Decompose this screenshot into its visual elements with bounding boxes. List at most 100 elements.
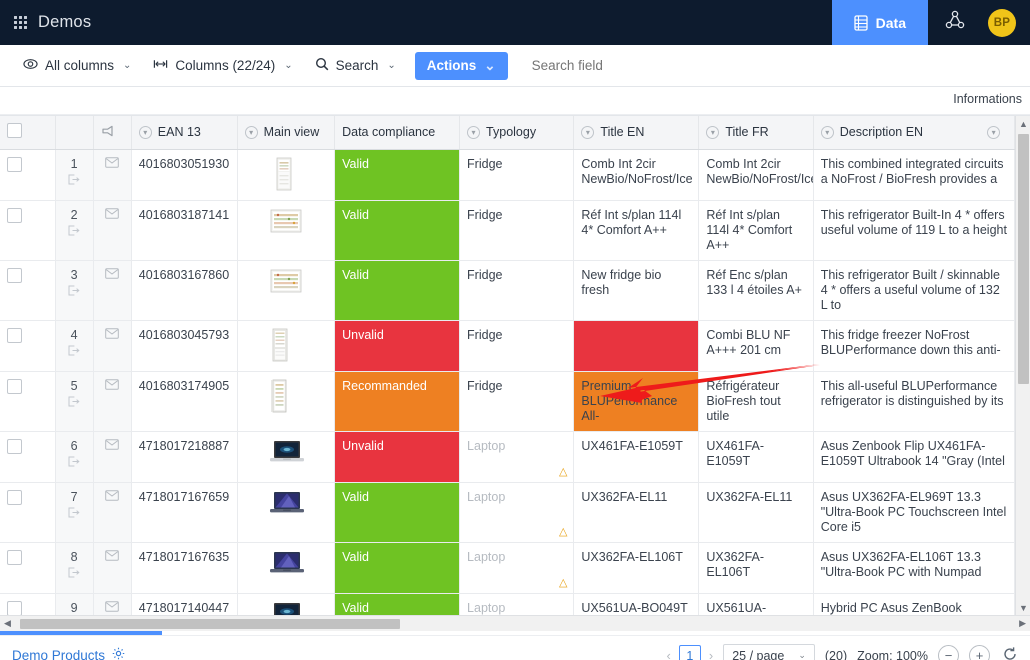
chevron-down-icon[interactable]: ▾	[987, 126, 1000, 139]
cell-title-en[interactable]	[574, 320, 699, 371]
row-checkbox[interactable]	[7, 157, 22, 172]
cell-description-en[interactable]: Asus UX362FA-EL106T 13.3 "Ultra-Book PC …	[813, 542, 1014, 593]
cell-description-en[interactable]: Hybrid PC Asus ZenBook UX561UA-BO049T 15…	[813, 593, 1014, 615]
cell-ean-13[interactable]: 4016803174905	[131, 371, 237, 431]
cell-main-view[interactable]	[237, 542, 334, 593]
cell-main-view[interactable]	[237, 482, 334, 542]
row-checkbox[interactable]	[7, 490, 22, 505]
cell-data-compliance[interactable]: Recommanded	[335, 371, 460, 431]
row-message-cell[interactable]	[93, 260, 131, 320]
envelope-icon[interactable]	[105, 490, 119, 504]
horizontal-scroll-thumb[interactable]	[20, 619, 400, 629]
cell-main-view[interactable]	[237, 371, 334, 431]
column-header-data-compliance[interactable]: Data compliance	[335, 116, 460, 149]
table-row[interactable]: 84718017167635ValidLaptop△UX362FA-EL106T…	[0, 542, 1015, 593]
open-record-icon[interactable]	[63, 174, 86, 189]
rows-per-page-select[interactable]: 25 / page ⌄	[723, 644, 815, 660]
table-row[interactable]: 74718017167659ValidLaptop△UX362FA-EL11UX…	[0, 482, 1015, 542]
prev-page-button[interactable]: ‹	[667, 648, 671, 660]
chevron-down-icon[interactable]: ▾	[139, 126, 152, 139]
envelope-icon[interactable]	[105, 328, 119, 342]
cell-title-fr[interactable]: Réf Int s/plan 114l 4* Comfort A++	[699, 200, 813, 260]
table-row[interactable]: 44016803045793UnvalidFridgeCombi BLU NF …	[0, 320, 1015, 371]
cell-main-view[interactable]	[237, 149, 334, 200]
row-select-cell[interactable]	[0, 542, 55, 593]
cell-typology[interactable]: Fridge	[460, 200, 574, 260]
cell-title-fr[interactable]: UX561UA-BO049T	[699, 593, 813, 615]
cell-description-en[interactable]: Asus Zenbook Flip UX461FA-E1059T Ultrabo…	[813, 431, 1014, 482]
row-select-cell[interactable]	[0, 320, 55, 371]
table-row[interactable]: 24016803187141ValidFridgeRéf Int s/plan …	[0, 200, 1015, 260]
table-row[interactable]: 34016803167860ValidFridgeNew fridge bio …	[0, 260, 1015, 320]
cell-title-en[interactable]: Premium BLUPerformance All-	[574, 371, 699, 431]
envelope-icon[interactable]	[105, 268, 119, 282]
next-page-button[interactable]: ›	[709, 648, 713, 660]
cell-ean-13[interactable]: 4718017167659	[131, 482, 237, 542]
cell-ean-13[interactable]: 4016803187141	[131, 200, 237, 260]
cell-data-compliance[interactable]: Valid	[335, 482, 460, 542]
table-row[interactable]: 54016803174905RecommandedFridgePremium B…	[0, 371, 1015, 431]
open-record-icon[interactable]	[63, 456, 86, 471]
cell-ean-13[interactable]: 4016803167860	[131, 260, 237, 320]
cell-data-compliance[interactable]: Valid	[335, 149, 460, 200]
row-message-cell[interactable]	[93, 320, 131, 371]
open-record-icon[interactable]	[63, 507, 86, 522]
cell-title-en[interactable]: UX362FA-EL11	[574, 482, 699, 542]
cell-ean-13[interactable]: 4718017218887	[131, 431, 237, 482]
cell-main-view[interactable]	[237, 593, 334, 615]
cell-title-en[interactable]: New fridge bio fresh	[574, 260, 699, 320]
envelope-icon[interactable]	[105, 379, 119, 393]
cell-typology[interactable]: Fridge	[460, 371, 574, 431]
scroll-left-icon[interactable]: ◀	[4, 618, 11, 629]
cell-main-view[interactable]	[237, 431, 334, 482]
cell-typology[interactable]: Laptop△	[460, 431, 574, 482]
open-record-icon[interactable]	[63, 396, 86, 411]
cell-typology[interactable]: Laptop△	[460, 482, 574, 542]
cell-data-compliance[interactable]: Valid	[335, 593, 460, 615]
row-message-cell[interactable]	[93, 431, 131, 482]
cell-data-compliance[interactable]: Unvalid	[335, 320, 460, 371]
cell-ean-13[interactable]: 4718017140447	[131, 593, 237, 615]
cell-title-fr[interactable]: Comb Int 2cir NewBio/NoFrost/Ice	[699, 149, 813, 200]
cell-title-en[interactable]: UX362FA-EL106T	[574, 542, 699, 593]
vertical-scrollbar[interactable]: ▲ ▼	[1015, 116, 1030, 615]
column-header-main-view[interactable]: ▾ Main view	[237, 116, 334, 149]
gear-icon[interactable]	[112, 647, 125, 660]
row-checkbox[interactable]	[7, 328, 22, 343]
open-record-icon[interactable]	[63, 285, 86, 300]
share-nodes-button[interactable]	[928, 0, 982, 45]
row-message-cell[interactable]	[93, 200, 131, 260]
cell-typology[interactable]: Laptop△	[460, 542, 574, 593]
select-all-header[interactable]	[0, 116, 55, 149]
warning-icon[interactable]: △	[559, 467, 567, 478]
row-checkbox[interactable]	[7, 208, 22, 223]
row-checkbox[interactable]	[7, 379, 22, 394]
row-select-cell[interactable]	[0, 431, 55, 482]
cell-typology[interactable]: Fridge	[460, 320, 574, 371]
cell-typology[interactable]: Fridge	[460, 260, 574, 320]
cell-data-compliance[interactable]: Valid	[335, 200, 460, 260]
cell-description-en[interactable]: Asus UX362FA-EL969T 13.3 "Ultra-Book PC …	[813, 482, 1014, 542]
announce-header[interactable]	[93, 116, 131, 149]
columns-dropdown[interactable]: Columns (22/24) ⌄	[144, 53, 301, 78]
cell-title-fr[interactable]: Réfrigérateur BioFresh tout utile	[699, 371, 813, 431]
row-message-cell[interactable]	[93, 482, 131, 542]
row-select-cell[interactable]	[0, 482, 55, 542]
zoom-out-button[interactable]: −	[938, 645, 959, 660]
scroll-up-icon[interactable]: ▲	[1019, 119, 1028, 129]
column-header-title-fr[interactable]: ▾ Title FR	[699, 116, 813, 149]
cell-typology[interactable]: Laptop△	[460, 593, 574, 615]
cell-data-compliance[interactable]: Valid	[335, 260, 460, 320]
refresh-icon[interactable]	[1000, 646, 1018, 660]
row-select-cell[interactable]	[0, 371, 55, 431]
horizontal-scrollbar[interactable]: ◀ ▶	[0, 615, 1030, 631]
cell-title-fr[interactable]: UX362FA-EL11	[699, 482, 813, 542]
row-checkbox[interactable]	[7, 550, 22, 565]
cell-description-en[interactable]: This refrigerator Built / skinnable 4 * …	[813, 260, 1014, 320]
cell-main-view[interactable]	[237, 260, 334, 320]
envelope-icon[interactable]	[105, 208, 119, 222]
cell-title-fr[interactable]: UX461FA-E1059T	[699, 431, 813, 482]
row-message-cell[interactable]	[93, 542, 131, 593]
envelope-icon[interactable]	[105, 601, 119, 615]
cell-data-compliance[interactable]: Unvalid	[335, 431, 460, 482]
